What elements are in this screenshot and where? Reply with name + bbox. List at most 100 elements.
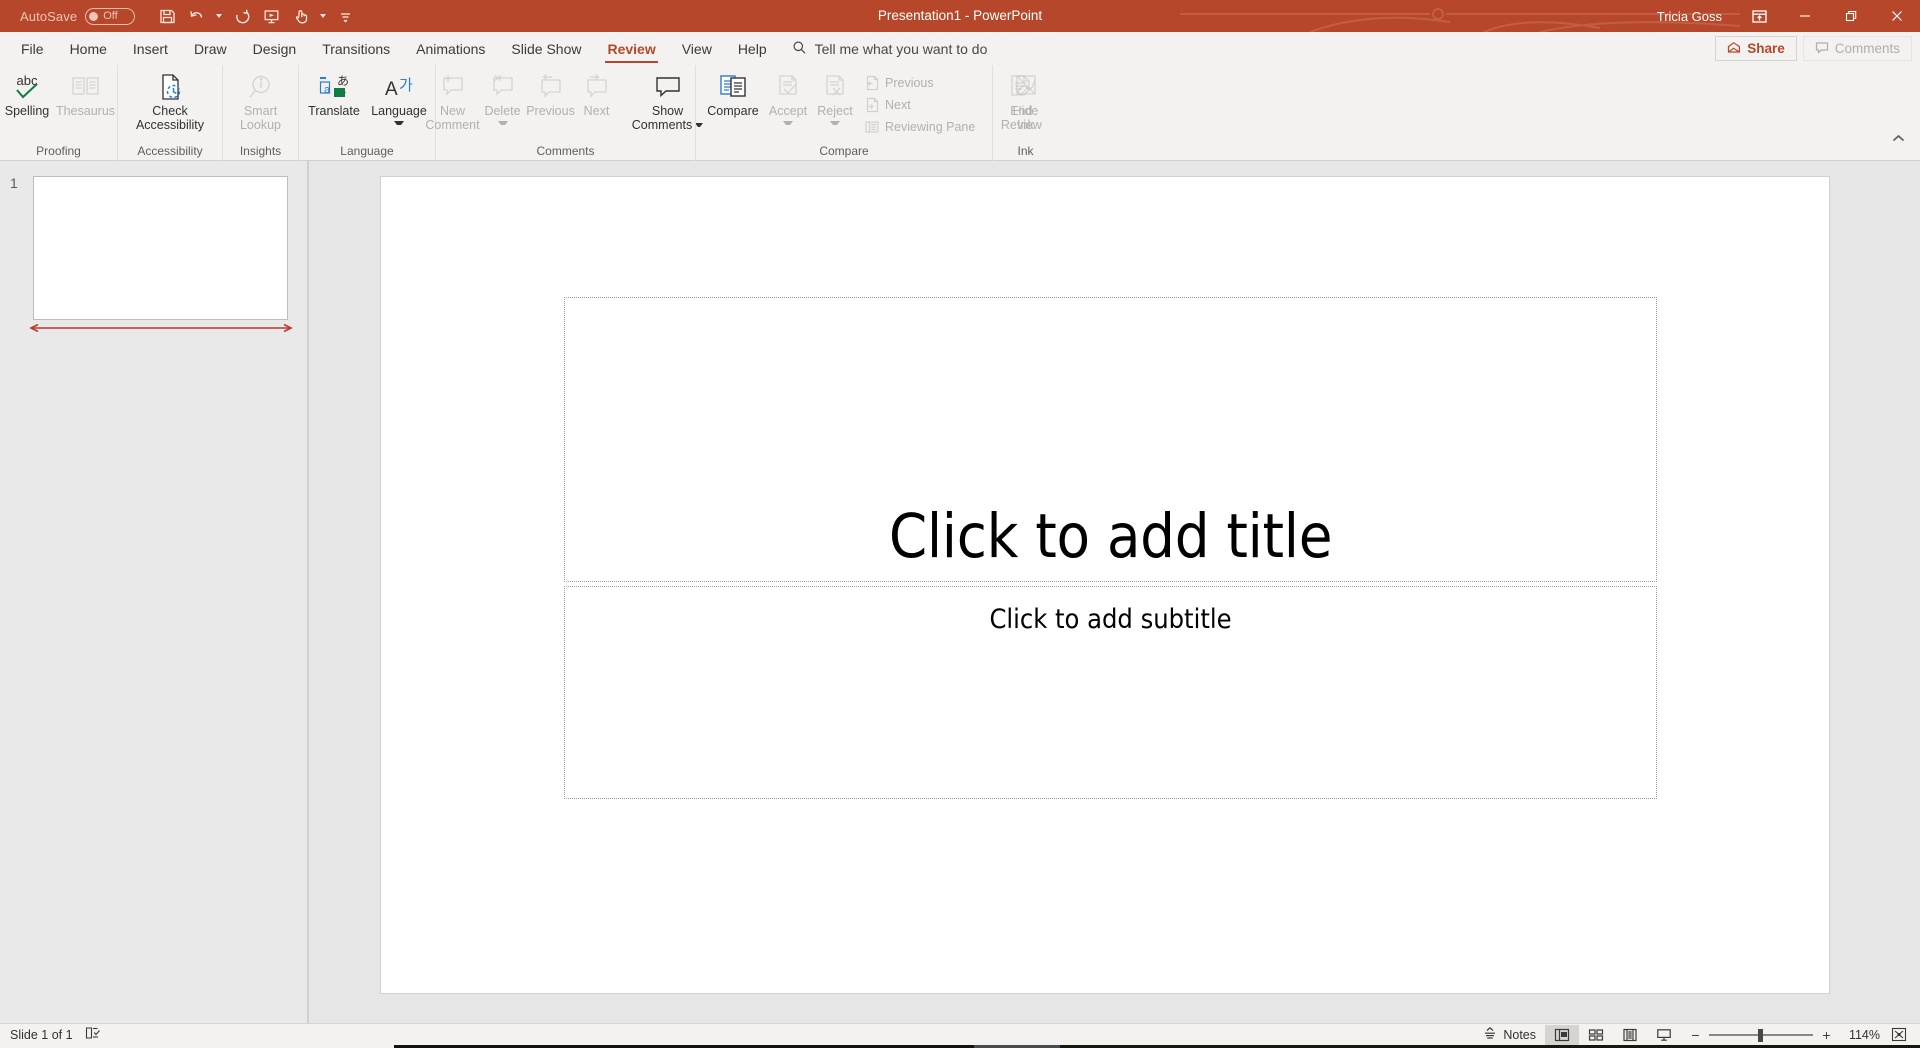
hide-ink-button[interactable]: Hide Ink — [1003, 68, 1049, 132]
accept-change-icon — [773, 70, 803, 104]
reject-change-icon — [820, 70, 850, 104]
touch-mode-dropdown-caret[interactable] — [317, 3, 329, 29]
delete-comment-label: Delete — [484, 104, 521, 118]
tab-slide-show[interactable]: Slide Show — [498, 32, 594, 65]
reviewing-pane-button[interactable]: Reviewing Pane — [858, 116, 980, 138]
translate-button[interactable]: a あ Translate — [302, 68, 366, 118]
smart-lookup-icon — [245, 70, 277, 104]
search-icon — [792, 40, 807, 58]
slide-canvas[interactable]: Click to add title Click to add subtitle — [381, 177, 1829, 993]
notes-icon — [1483, 1026, 1497, 1043]
compare-button[interactable]: Compare — [702, 68, 764, 118]
undo-dropdown-caret[interactable] — [213, 3, 225, 29]
accept-change-button[interactable]: Accept — [764, 68, 812, 128]
account-name[interactable]: Tricia Goss — [1657, 9, 1722, 24]
subtitle-placeholder[interactable]: Click to add subtitle — [564, 586, 1657, 799]
spelling-label: Spelling — [4, 104, 50, 118]
tab-draw[interactable]: Draw — [181, 32, 240, 65]
smart-lookup-button[interactable]: Smart Lookup — [230, 68, 292, 132]
ribbon-display-options-icon[interactable] — [1736, 0, 1782, 32]
previous-change-button[interactable]: Previous — [858, 72, 980, 94]
restore-button[interactable] — [1828, 0, 1874, 32]
status-bar-left: Slide 1 of 1 — [10, 1026, 101, 1043]
title-bar-right: Tricia Goss — [1657, 0, 1920, 32]
redo-icon[interactable] — [227, 3, 255, 29]
accessibility-checker-icon[interactable] — [85, 1026, 101, 1043]
fit-to-window-button[interactable] — [1886, 1025, 1912, 1045]
accept-dropdown-caret[interactable] — [783, 119, 793, 128]
zoom-in-button[interactable]: + — [1820, 1027, 1833, 1043]
slide-editing-area[interactable]: Click to add title Click to add subtitle — [309, 161, 1920, 1023]
tab-animations[interactable]: Animations — [403, 32, 498, 65]
hide-ink-label2: Ink — [1017, 118, 1034, 132]
tab-file[interactable]: File — [8, 32, 57, 65]
thesaurus-button[interactable]: Thesaurus — [54, 68, 117, 118]
language-dropdown-caret[interactable] — [394, 119, 404, 128]
slide-sorter-view-button[interactable] — [1579, 1025, 1613, 1045]
ribbon-group-title-proofing: Proofing — [36, 144, 81, 158]
minimize-button[interactable] — [1782, 0, 1828, 32]
share-button[interactable]: Share — [1715, 36, 1797, 61]
check-accessibility-button[interactable]: Check Accessibility — [121, 68, 219, 132]
autosave-toggle[interactable]: Off — [85, 7, 136, 25]
slide-show-button[interactable] — [1647, 1025, 1681, 1045]
status-bar-right: Notes − + 114% — [1474, 1024, 1912, 1045]
reject-dropdown-caret[interactable] — [830, 119, 840, 128]
customize-quick-access-toolbar-icon[interactable] — [331, 3, 359, 29]
reject-change-button[interactable]: Reject — [812, 68, 858, 128]
spelling-button[interactable]: abc Spelling — [0, 68, 54, 118]
slide-thumbnail-1[interactable] — [33, 176, 288, 320]
show-comments-icon — [652, 70, 684, 104]
tell-me-search[interactable]: Tell me what you want to do — [792, 32, 988, 65]
new-comment-icon — [438, 70, 468, 104]
notes-label: Notes — [1503, 1027, 1536, 1042]
svg-text:あ: あ — [337, 74, 349, 88]
tab-view[interactable]: View — [669, 32, 725, 65]
tab-design[interactable]: Design — [240, 32, 310, 65]
autosave-toggle-knob — [89, 11, 99, 21]
slide-counter[interactable]: Slide 1 of 1 — [10, 1028, 73, 1042]
accept-change-label: Accept — [768, 104, 808, 118]
zoom-slider-thumb[interactable] — [1758, 1028, 1763, 1042]
comments-button[interactable]: Comments — [1802, 36, 1912, 61]
zoom-level-label[interactable]: 114% — [1840, 1028, 1880, 1042]
show-comments-label2: Comments — [631, 118, 693, 132]
normal-view-button[interactable] — [1545, 1024, 1579, 1045]
language-button[interactable]: A 가 Language — [366, 68, 432, 128]
delete-comment-button[interactable]: Delete — [481, 68, 525, 128]
touch-mode-icon[interactable] — [287, 3, 315, 29]
delete-comment-dropdown-caret[interactable] — [498, 119, 508, 128]
reviewing-pane-icon — [863, 119, 880, 136]
notes-button[interactable]: Notes — [1474, 1025, 1545, 1045]
reading-view-button[interactable] — [1613, 1025, 1647, 1045]
undo-icon[interactable] — [183, 3, 211, 29]
slide-number-label: 1 — [10, 175, 18, 191]
tab-insert[interactable]: Insert — [120, 32, 181, 65]
tab-help[interactable]: Help — [725, 32, 780, 65]
quick-access-toolbar — [153, 3, 359, 29]
tab-transitions[interactable]: Transitions — [309, 32, 403, 65]
close-button[interactable] — [1874, 0, 1920, 32]
new-comment-button[interactable]: New Comment — [425, 68, 481, 132]
zoom-out-button[interactable]: − — [1689, 1027, 1702, 1043]
tab-review[interactable]: Review — [594, 32, 668, 65]
save-icon[interactable] — [153, 3, 181, 29]
comment-bubble-icon — [1815, 41, 1829, 57]
next-comment-button[interactable]: Next — [577, 68, 617, 118]
slide-thumbnail-pane: 1 — [0, 161, 308, 1023]
autosave-control[interactable]: AutoSave Off — [20, 0, 136, 32]
tab-home[interactable]: Home — [57, 32, 120, 65]
thesaurus-book-icon — [70, 70, 102, 104]
zoom-slider[interactable] — [1709, 1028, 1813, 1042]
next-change-button[interactable]: Next — [858, 94, 980, 116]
title-placeholder[interactable]: Click to add title — [564, 297, 1657, 582]
start-from-beginning-icon[interactable] — [257, 3, 285, 29]
previous-comment-button[interactable]: Previous — [525, 68, 577, 118]
ribbon: abc Spelling Thesaurus Proofing Check Ac… — [0, 65, 1920, 161]
reviewing-pane-label: Reviewing Pane — [885, 120, 976, 134]
tell-me-placeholder: Tell me what you want to do — [814, 40, 988, 57]
reject-change-label: Reject — [817, 104, 853, 118]
smart-lookup-label: Smart — [243, 104, 278, 118]
collapse-ribbon-button[interactable] — [1886, 127, 1910, 149]
svg-text:가: 가 — [399, 76, 413, 94]
